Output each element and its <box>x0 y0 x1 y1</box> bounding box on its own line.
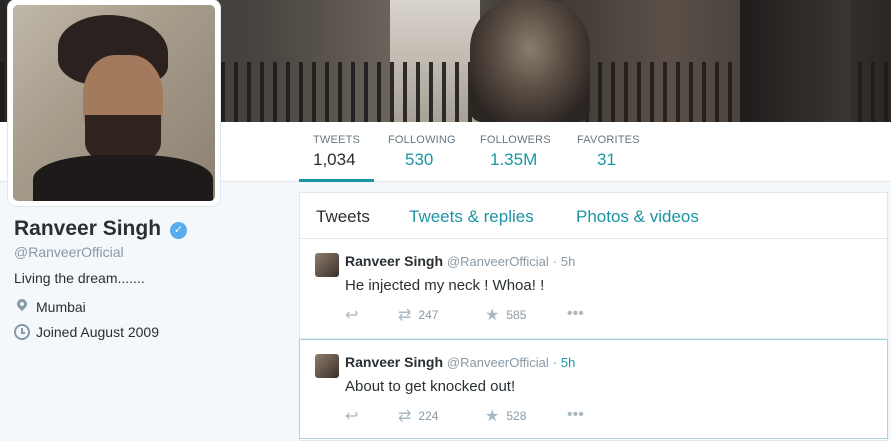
tweet-item[interactable]: Ranveer Singh @RanveerOfficial · 5h He i… <box>300 239 887 339</box>
verified-badge-icon: ✓ <box>170 222 187 239</box>
tweet-avatar[interactable] <box>315 253 339 277</box>
stat-value: 530 <box>405 150 434 169</box>
retweet-icon: ⇄ <box>398 307 412 324</box>
retweet-icon: ⇄ <box>398 408 412 425</box>
reply-button[interactable]: ↩ <box>345 305 365 325</box>
tweet-author-handle[interactable]: @RanveerOfficial <box>447 254 549 269</box>
tweet-separator: · <box>552 254 557 269</box>
stat-following[interactable]: FOLLOWING 530 <box>388 122 456 182</box>
timeline: Tweets Tweets & replies Photos & videos … <box>299 192 888 441</box>
retweet-count: 224 <box>418 409 439 423</box>
retweet-count: 247 <box>418 308 439 322</box>
banner-figure <box>740 0 850 122</box>
location-text: Mumbai <box>36 299 86 315</box>
joined-text: Joined August 2009 <box>36 324 159 340</box>
tab-tweets-replies[interactable]: Tweets & replies <box>409 207 534 227</box>
stat-label: TWEETS <box>313 134 361 146</box>
tweet-header: Ranveer Singh @RanveerOfficial · 5h <box>345 253 575 269</box>
tweet-timestamp[interactable]: 5h <box>561 355 575 370</box>
stat-label: FAVORITES <box>577 134 640 146</box>
stat-favorites[interactable]: FAVORITES 31 <box>577 122 640 182</box>
profile-avatar[interactable] <box>8 0 220 206</box>
favorite-count: 585 <box>506 308 527 322</box>
profile-name[interactable]: Ranveer Singh <box>14 217 161 241</box>
banner-figure <box>470 0 590 122</box>
avatar-body <box>33 155 213 201</box>
stat-value: 1,034 <box>313 150 356 169</box>
more-button[interactable]: ••• <box>567 406 591 424</box>
tweet-text: He injected my neck ! Whoa! ! <box>345 277 545 294</box>
retweet-button[interactable]: ⇄ 224 <box>398 406 438 426</box>
star-icon: ★ <box>485 408 500 425</box>
tab-photos-videos[interactable]: Photos & videos <box>576 207 699 227</box>
reply-button[interactable]: ↩ <box>345 406 365 426</box>
tweet-author-handle[interactable]: @RanveerOfficial <box>447 355 549 370</box>
calendar-clock-icon <box>14 324 30 340</box>
reply-icon: ↩ <box>345 307 359 324</box>
stat-followers[interactable]: FOLLOWERS 1.35M <box>480 122 551 182</box>
favorite-button[interactable]: ★ 528 <box>485 406 526 426</box>
reply-icon: ↩ <box>345 408 359 425</box>
tweet-header: Ranveer Singh @RanveerOfficial · 5h <box>345 354 575 370</box>
avatar-image <box>13 5 215 201</box>
favorite-count: 528 <box>506 409 527 423</box>
tweet-text: About to get knocked out! <box>345 378 516 395</box>
tweet-item[interactable]: Ranveer Singh @RanveerOfficial · 5h Abou… <box>299 339 888 439</box>
tweet-author-name[interactable]: Ranveer Singh <box>345 354 443 370</box>
tweet-avatar[interactable] <box>315 354 339 378</box>
stat-value: 31 <box>597 150 616 169</box>
stat-label: FOLLOWERS <box>480 134 551 146</box>
more-icon: ••• <box>567 305 584 322</box>
stat-label: FOLLOWING <box>388 134 456 146</box>
favorite-button[interactable]: ★ 585 <box>485 305 526 325</box>
profile-bio: Living the dream....... <box>14 270 145 286</box>
stat-value: 1.35M <box>490 150 538 169</box>
stat-tweets[interactable]: TWEETS 1,034 <box>299 122 374 182</box>
tweet-actions: ↩ ⇄ 224 ★ 528 ••• <box>345 406 605 426</box>
tweet-separator: · <box>552 355 557 370</box>
star-icon: ★ <box>485 307 500 324</box>
profile-location: Mumbai <box>14 299 86 315</box>
tweet-actions: ↩ ⇄ 247 ★ 585 ••• <box>345 305 605 325</box>
tweet-timestamp[interactable]: 5h <box>561 254 575 269</box>
tweet-author-name[interactable]: Ranveer Singh <box>345 253 443 269</box>
timeline-tabs: Tweets Tweets & replies Photos & videos <box>300 193 887 239</box>
retweet-button[interactable]: ⇄ 247 <box>398 305 438 325</box>
profile-handle[interactable]: @RanveerOfficial <box>14 244 124 260</box>
more-button[interactable]: ••• <box>567 305 591 323</box>
tab-tweets[interactable]: Tweets <box>316 207 370 227</box>
location-pin-icon <box>14 299 30 315</box>
more-icon: ••• <box>567 406 584 423</box>
profile-joined: Joined August 2009 <box>14 324 159 340</box>
